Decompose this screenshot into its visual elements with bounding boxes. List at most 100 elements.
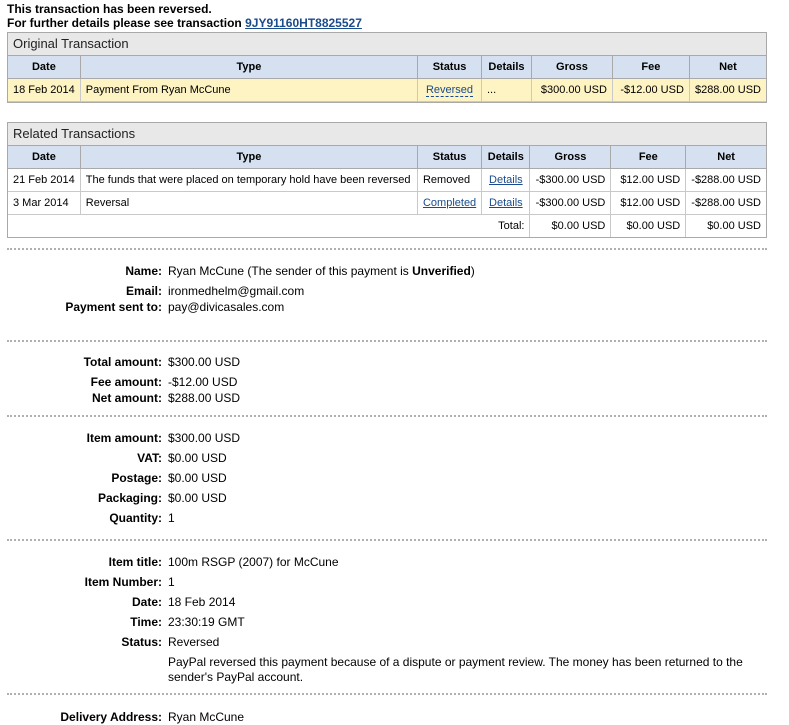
delivery-address-label: Delivery Address: xyxy=(60,710,162,724)
divider xyxy=(7,340,767,342)
net-amount-value: $288.00 USD xyxy=(168,391,241,405)
col-net: Net xyxy=(685,146,766,169)
cell-status: Reversed xyxy=(417,78,482,102)
notice-line2: For further details please see transacti… xyxy=(7,16,242,30)
col-date: Date xyxy=(8,146,81,169)
item-amount-value: $300.00 USD xyxy=(168,431,241,445)
cell-gross: -$300.00 USD xyxy=(529,191,612,215)
status-note: PayPal reversed this payment because of … xyxy=(168,655,743,684)
cell-date: 18 Feb 2014 xyxy=(8,78,81,102)
cell-gross: $300.00 USD xyxy=(531,78,613,102)
cell-details: Details xyxy=(481,168,531,192)
total-gross: $0.00 USD xyxy=(529,214,612,237)
total-fee: $0.00 USD xyxy=(610,214,687,237)
cell-type: Payment From Ryan McCune xyxy=(80,78,419,102)
item-title-value: 100m RSGP (2007) for McCune xyxy=(168,555,339,569)
total-label: Total: xyxy=(8,214,531,237)
name-label: Name: xyxy=(125,264,162,278)
cell-details: Details xyxy=(481,191,531,215)
item-number-value: 1 xyxy=(168,575,175,589)
cell-date: 21 Feb 2014 xyxy=(8,168,81,192)
name-value-wrap: Ryan McCune (The sender of this payment … xyxy=(168,263,475,279)
net-amount-label: Net amount: xyxy=(92,391,162,405)
postage-value: $0.00 USD xyxy=(168,471,227,485)
status-reversed-link[interactable]: Reversed xyxy=(425,84,474,97)
related-transactions-panel: Related Transactions Date Type Status De… xyxy=(7,122,767,238)
vat-label: VAT: xyxy=(137,451,162,465)
sent-to-value: pay@divicasales.com xyxy=(168,300,285,314)
total-amount-label: Total amount: xyxy=(83,355,162,369)
item-number-label: Item Number: xyxy=(84,575,162,589)
postage-label: Postage: xyxy=(111,471,162,485)
packaging-label: Packaging: xyxy=(97,491,162,505)
cell-details: ... xyxy=(481,78,532,102)
total-amount-value: $300.00 USD xyxy=(168,355,241,369)
quantity-value: 1 xyxy=(168,511,175,525)
related-transactions-title: Related Transactions xyxy=(8,123,766,146)
col-net: Net xyxy=(689,56,766,79)
table-row: 18 Feb 2014 Payment From Ryan McCune Rev… xyxy=(8,78,766,102)
name-note-pre: (The sender of this payment is xyxy=(244,264,413,278)
quantity-label: Quantity: xyxy=(109,511,162,525)
email-value: ironmedhelm@gmail.com xyxy=(168,284,305,298)
cell-net: -$288.00 USD xyxy=(685,191,766,215)
total-net: $0.00 USD xyxy=(707,220,761,232)
cell-status: Completed xyxy=(417,191,483,215)
fee-amount-label: Fee amount: xyxy=(90,375,162,389)
item-title-label: Item title: xyxy=(108,555,162,569)
col-fee: Fee xyxy=(612,56,690,79)
cell-net: -$288.00 USD xyxy=(685,168,766,192)
cell-date: 3 Mar 2014 xyxy=(8,191,81,215)
table-row: 3 Mar 2014 Reversal Completed Details -$… xyxy=(8,191,766,215)
divider xyxy=(7,693,767,695)
date-value: 18 Feb 2014 xyxy=(168,595,236,609)
col-details: Details xyxy=(481,146,531,169)
col-gross: Gross xyxy=(531,56,613,79)
status-label: Status: xyxy=(121,635,162,649)
table-row: 21 Feb 2014 The funds that were placed o… xyxy=(8,168,766,192)
divider xyxy=(7,539,767,541)
divider xyxy=(7,248,767,250)
time-value: 23:30:19 GMT xyxy=(168,615,245,629)
cell-status: Removed xyxy=(417,168,483,192)
col-fee: Fee xyxy=(610,146,687,169)
cell-type: The funds that were placed on temporary … xyxy=(80,168,418,192)
col-status: Status xyxy=(417,146,483,169)
email-label: Email: xyxy=(125,284,162,298)
col-gross: Gross xyxy=(529,146,612,169)
divider xyxy=(7,415,767,417)
related-transactions-table: Date Type Status Details Gross Fee Net 2… xyxy=(8,146,766,237)
col-type: Type xyxy=(80,146,418,169)
original-transaction-table: Date Type Status Details Gross Fee Net 1… xyxy=(8,56,766,102)
original-transaction-panel: Original Transaction Date Type Status De… xyxy=(7,32,767,103)
col-status: Status xyxy=(417,56,482,79)
date-label: Date: xyxy=(131,595,162,609)
cell-type: Reversal xyxy=(80,191,418,215)
transaction-link[interactable]: 9JY91160HT8825527 xyxy=(245,16,362,30)
cell-fee: $12.00 USD xyxy=(610,168,687,192)
reversal-notice: This transaction has been reversed. For … xyxy=(7,2,362,30)
name-value: Ryan McCune xyxy=(168,264,245,278)
vat-value: $0.00 USD xyxy=(168,451,227,465)
cell-gross: -$300.00 USD xyxy=(529,168,612,192)
table-header-row: Date Type Status Details Gross Fee Net xyxy=(8,146,766,169)
notice-line2-wrap: For further details please see transacti… xyxy=(7,16,362,30)
cell-fee: -$12.00 USD xyxy=(612,78,690,102)
delivery-address-name: Ryan McCune xyxy=(168,710,245,724)
total-row: Total: $0.00 USD $0.00 USD $0.00 USD xyxy=(8,214,766,237)
table-header-row: Date Type Status Details Gross Fee Net xyxy=(8,56,766,79)
status-completed-link[interactable]: Completed xyxy=(423,197,476,209)
time-label: Time: xyxy=(130,615,162,629)
verification-status: Unverified xyxy=(412,264,471,278)
details-link[interactable]: Details xyxy=(489,174,523,186)
fee-amount-value: -$12.00 USD xyxy=(168,375,238,389)
col-details: Details xyxy=(481,56,532,79)
cell-net: $288.00 USD xyxy=(689,78,766,102)
item-amount-label: Item amount: xyxy=(86,431,162,445)
cell-fee: $12.00 USD xyxy=(610,191,687,215)
col-date: Date xyxy=(8,56,81,79)
sent-to-label: Payment sent to: xyxy=(65,300,162,314)
details-link[interactable]: Details xyxy=(489,197,523,209)
notice-line1: This transaction has been reversed. xyxy=(7,2,212,16)
name-note-post: ) xyxy=(470,264,475,278)
